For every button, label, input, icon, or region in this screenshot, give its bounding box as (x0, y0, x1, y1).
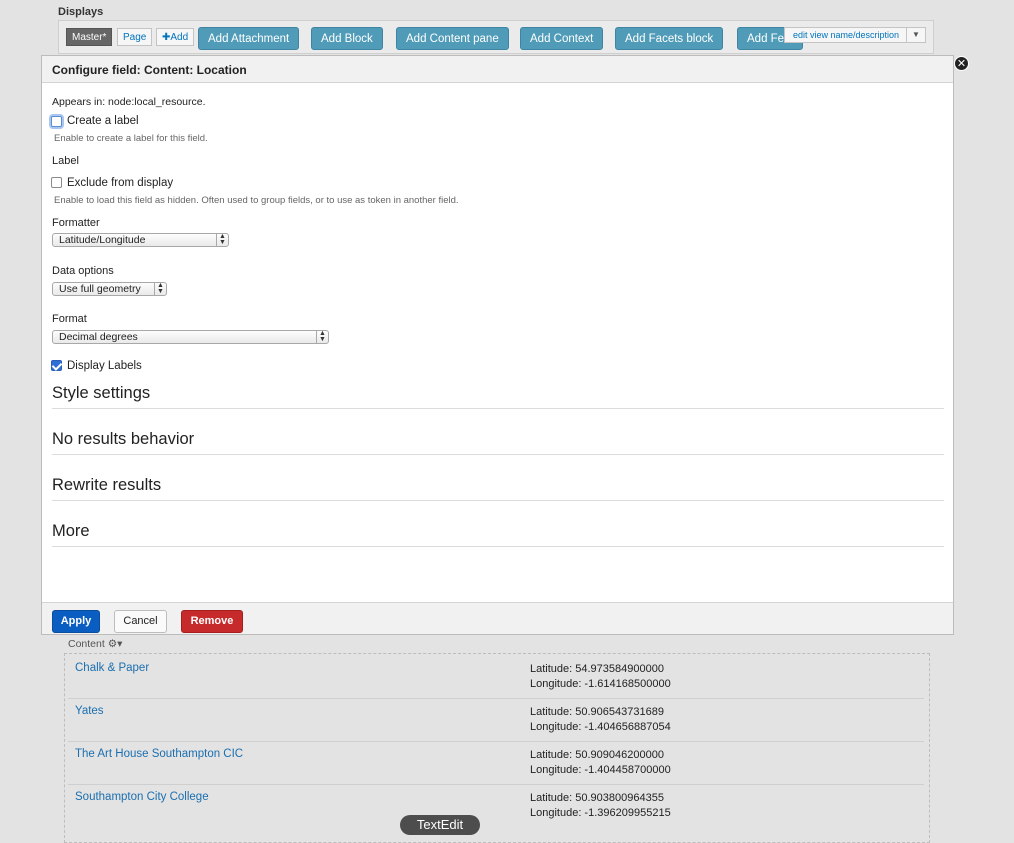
edit-view-name-button[interactable]: edit view name/description ▼ (784, 27, 926, 43)
tab-master[interactable]: Master* (66, 28, 113, 46)
add-attachment-button[interactable]: Add Attachment (198, 27, 300, 50)
dock-tooltip: TextEdit (400, 815, 480, 835)
formatter-select[interactable]: Latitude/Longitude ▲ ▼ (52, 233, 229, 247)
data-options-select[interactable]: Use full geometry ▲ ▼ (52, 282, 167, 296)
dialog-footer: Apply Cancel Remove (42, 602, 953, 634)
latitude-text: Latitude: 50.909046200000 (530, 749, 664, 761)
exclude-checkbox[interactable] (51, 177, 62, 188)
data-options-value: Use full geometry (59, 283, 141, 295)
no-results-section[interactable]: No results behavior (52, 430, 194, 449)
longitude-text: Longitude: -1.404458700000 (530, 764, 671, 776)
row-divider (68, 698, 924, 699)
create-label-checkbox[interactable] (51, 116, 62, 127)
content-field-label[interactable]: Content ⚙▾ (68, 638, 122, 650)
formatter-value: Latitude/Longitude (59, 234, 146, 246)
result-link[interactable]: The Art House Southampton CIC (75, 748, 243, 760)
remove-button[interactable]: Remove (181, 610, 243, 633)
select-arrows-icon: ▲ ▼ (216, 233, 228, 246)
longitude-text: Longitude: -1.614168500000 (530, 678, 671, 690)
longitude-text: Longitude: -1.404656887054 (530, 721, 671, 733)
result-link[interactable]: Southampton City College (75, 791, 209, 803)
select-arrows-icon: ▲ ▼ (154, 282, 166, 295)
format-value: Decimal degrees (59, 331, 138, 343)
row-divider (68, 784, 924, 785)
select-arrows-icon: ▲ ▼ (316, 330, 328, 343)
apply-button[interactable]: Apply (52, 610, 100, 633)
chevron-down-icon[interactable]: ▼ (906, 28, 925, 42)
style-settings-section[interactable]: Style settings (52, 384, 150, 403)
add-block-button[interactable]: Add Block (311, 27, 383, 50)
exclude-description: Enable to load this field as hidden. Oft… (54, 195, 459, 206)
create-label-text: Create a label (67, 115, 139, 127)
result-link[interactable]: Chalk & Paper (75, 662, 149, 674)
latitude-text: Latitude: 50.903800964355 (530, 792, 664, 804)
result-link[interactable]: Yates (75, 705, 104, 717)
longitude-text: Longitude: -1.396209955215 (530, 807, 671, 819)
divider (52, 546, 944, 547)
data-options-label: Data options (52, 265, 114, 277)
display-labels-text: Display Labels (67, 360, 142, 372)
label-heading: Label (52, 155, 79, 167)
format-label: Format (52, 313, 87, 325)
tab-page[interactable]: Page (117, 28, 153, 46)
row-divider (68, 741, 924, 742)
add-facets-block-button[interactable]: Add Facets block (615, 27, 724, 50)
displays-title: Displays (58, 6, 104, 18)
dialog-header: Configure field: Content: Location (42, 56, 953, 83)
divider (52, 454, 944, 455)
create-label-description: Enable to create a label for this field. (54, 133, 208, 144)
format-select[interactable]: Decimal degrees ▲ ▼ (52, 330, 329, 344)
exclude-text: Exclude from display (67, 177, 174, 189)
more-section[interactable]: More (52, 522, 90, 541)
display-labels-checkbox[interactable] (51, 360, 62, 371)
dialog-title: Configure field: Content: Location (52, 63, 247, 77)
add-context-button[interactable]: Add Context (520, 27, 604, 50)
formatter-label: Formatter (52, 217, 100, 229)
cancel-button[interactable]: Cancel (114, 610, 167, 633)
close-icon[interactable]: ✕ (954, 56, 969, 71)
rewrite-results-section[interactable]: Rewrite results (52, 476, 161, 495)
divider (52, 500, 944, 501)
add-content-pane-button[interactable]: Add Content pane (396, 27, 509, 50)
latitude-text: Latitude: 54.973584900000 (530, 663, 664, 675)
add-display-tab[interactable]: ✚Add (156, 28, 195, 46)
latitude-text: Latitude: 50.906543731689 (530, 706, 664, 718)
divider (52, 408, 944, 409)
edit-view-label: edit view name/description (793, 30, 900, 40)
appears-in-text: Appears in: node:local_resource. (52, 96, 206, 108)
